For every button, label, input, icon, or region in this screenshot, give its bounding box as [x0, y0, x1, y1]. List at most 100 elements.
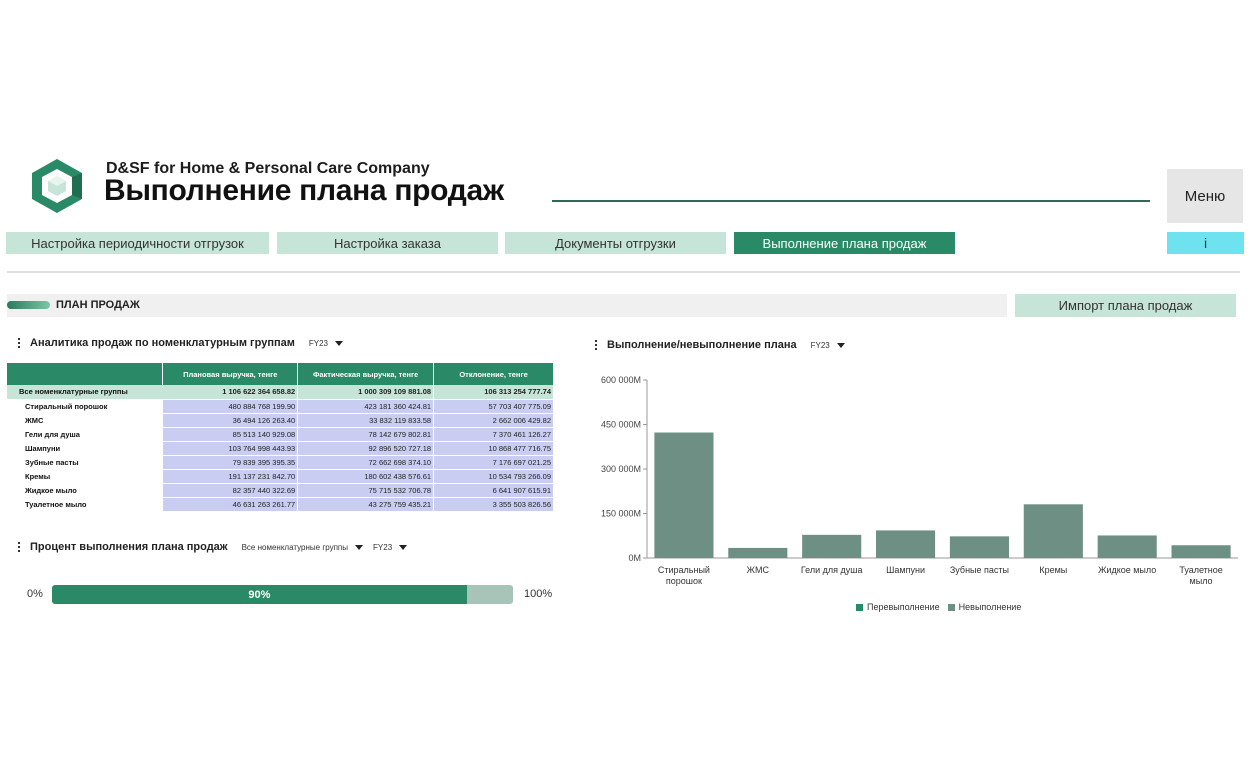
table-row[interactable]: Стиральный порошок 480 884 768 199.90 42… [7, 399, 554, 414]
row-diff: 2 662 006 429.82 [433, 413, 554, 428]
tab-sales-plan[interactable]: Выполнение плана продаж [734, 232, 955, 254]
x-tick-label: Жидкое мыло [1098, 565, 1156, 575]
row-plan: 79 839 395 395.35 [162, 455, 299, 470]
table-row[interactable]: Туалетное мыло 46 631 263 261.77 43 275 … [7, 497, 554, 512]
bar [1023, 504, 1083, 558]
tab-shipment-documents[interactable]: Документы отгрузки [505, 232, 726, 254]
more-options-icon[interactable] [593, 340, 599, 350]
period-dropdown[interactable]: FY23 [309, 339, 343, 348]
row-diff: 106 313 254 777.74 [433, 385, 554, 400]
chevron-down-icon [836, 342, 845, 348]
section-indicator [7, 301, 50, 309]
plan-progress-bar: 90% [52, 585, 513, 604]
bar [728, 547, 788, 558]
row-diff: 10 868 477 716.75 [433, 441, 554, 456]
y-tick-label: 0M [628, 553, 641, 563]
period-dropdown[interactable]: FY23 [811, 341, 845, 350]
chart-widget-title: Выполнение/невыполнение плана [607, 339, 797, 351]
row-plan: 46 631 263 261.77 [162, 497, 299, 512]
row-name: Шампуни [7, 441, 163, 456]
row-fact: 43 275 759 435.21 [297, 497, 435, 512]
row-fact: 33 832 119 833.58 [297, 413, 435, 428]
table-row[interactable]: Кремы 191 137 231 842.70 180 602 438 576… [7, 469, 554, 484]
row-plan: 191 137 231 842.70 [162, 469, 299, 484]
progress-widget-header: Процент выполнения плана продаж Все номе… [16, 541, 408, 553]
table-row[interactable]: Гели для душа 85 513 140 929.08 78 142 6… [7, 427, 554, 442]
group-value: Все номенклатурные группы [241, 542, 349, 552]
table-row[interactable]: Жидкое мыло 82 357 440 322.69 75 715 532… [7, 483, 554, 498]
table-widget-title: Аналитика продаж по номенклатурным групп… [30, 337, 295, 349]
legend-item: Невыполнение [947, 602, 1022, 612]
progress-fill: 90% [52, 585, 467, 604]
x-tick-label: Шампуни [886, 565, 925, 575]
row-diff: 6 641 907 615.91 [433, 483, 554, 498]
section-bar: ПЛАН ПРОДАЖ [7, 294, 1007, 317]
row-fact: 75 715 532 706.78 [297, 483, 435, 498]
tab-shipment-frequency[interactable]: Настройка периодичности отгрузок [6, 232, 269, 254]
table-header-diff: Отклонение, тенге [433, 363, 554, 385]
tab-order-settings[interactable]: Настройка заказа [277, 232, 498, 254]
row-plan: 1 106 622 364 658.82 [162, 385, 299, 400]
header-divider [7, 271, 1240, 273]
row-name: ЖМС [7, 413, 163, 428]
row-fact: 423 181 360 424.81 [297, 399, 435, 414]
row-name: Все номенклатурные группы [7, 385, 163, 400]
x-tick-label: ЖМС [747, 565, 770, 575]
table-row[interactable]: ЖМС 36 494 126 263.40 33 832 119 833.58 … [7, 413, 554, 428]
x-tick-label: Кремы [1039, 565, 1067, 575]
legend-label: Невыполнение [958, 602, 1022, 612]
row-diff: 7 370 461 126.27 [433, 427, 554, 442]
row-plan: 36 494 126 263.40 [162, 413, 299, 428]
table-header-plan: Плановая выручка, тенге [162, 363, 299, 385]
table-header-name [7, 363, 164, 385]
row-name: Зубные пасты [7, 455, 163, 470]
title-underline [552, 200, 1150, 202]
row-diff: 57 703 407 775.09 [433, 399, 554, 414]
y-tick-label: 150 000M [601, 509, 641, 519]
company-logo [32, 159, 82, 213]
x-tick-label: мыло [1190, 576, 1213, 586]
row-fact: 78 142 679 802.81 [297, 427, 435, 442]
table-widget-header: Аналитика продаж по номенклатурным групп… [16, 337, 343, 349]
table-total-row[interactable]: Все номенклатурные группы 1 106 622 364 … [7, 385, 554, 400]
row-diff: 7 176 697 021.25 [433, 455, 554, 470]
row-name: Стиральный порошок [7, 399, 163, 414]
period-value: FY23 [810, 340, 830, 350]
sales-table: Плановая выручка, тенге Фактическая выру… [7, 363, 554, 512]
row-plan: 480 884 768 199.90 [162, 399, 299, 414]
x-tick-label: Гели для душа [801, 565, 863, 575]
table-row[interactable]: Зубные пасты 79 839 395 395.35 72 662 69… [7, 455, 554, 470]
row-fact: 180 602 438 576.61 [297, 469, 435, 484]
row-fact: 92 896 520 727.18 [297, 441, 435, 456]
period-dropdown[interactable]: FY23 [373, 542, 408, 552]
more-options-icon[interactable] [16, 338, 22, 348]
menu-button[interactable]: Меню [1167, 169, 1243, 223]
chevron-down-icon [334, 340, 343, 346]
row-fact: 1 000 309 109 881.08 [297, 385, 435, 400]
x-tick-label: Стиральный [658, 565, 710, 575]
chart-legend: Перевыполнение Невыполнение [856, 602, 1029, 612]
row-diff: 10 534 793 266.09 [433, 469, 554, 484]
y-tick-label: 300 000M [601, 464, 641, 474]
legend-swatch [947, 603, 955, 611]
bar [654, 432, 714, 558]
table-row[interactable]: Шампуни 103 764 998 443.93 92 896 520 72… [7, 441, 554, 456]
row-diff: 3 355 503 826.56 [433, 497, 554, 512]
import-plan-button[interactable]: Импорт плана продаж [1015, 294, 1236, 317]
legend-swatch [856, 603, 863, 611]
info-button[interactable]: i [1167, 232, 1244, 254]
bar [949, 536, 1009, 558]
bar [1097, 535, 1157, 558]
period-value: FY23 [373, 542, 393, 552]
progress-min-label: 0% [27, 588, 43, 600]
chart-widget-header: Выполнение/невыполнение плана FY23 [593, 339, 845, 351]
row-plan: 103 764 998 443.93 [162, 441, 299, 456]
y-tick-label: 450 000M [601, 420, 641, 430]
group-dropdown[interactable]: Все номенклатурные группы [241, 542, 364, 552]
table-header-row: Плановая выручка, тенге Фактическая выру… [7, 363, 554, 385]
row-plan: 82 357 440 322.69 [162, 483, 299, 498]
more-options-icon[interactable] [16, 542, 22, 552]
x-tick-label: Зубные пасты [950, 565, 1009, 575]
x-tick-label: порошок [666, 576, 702, 586]
plan-execution-chart: 0M 150 000M 300 000M 450 000M 600 000M Стирал… [601, 375, 1238, 586]
